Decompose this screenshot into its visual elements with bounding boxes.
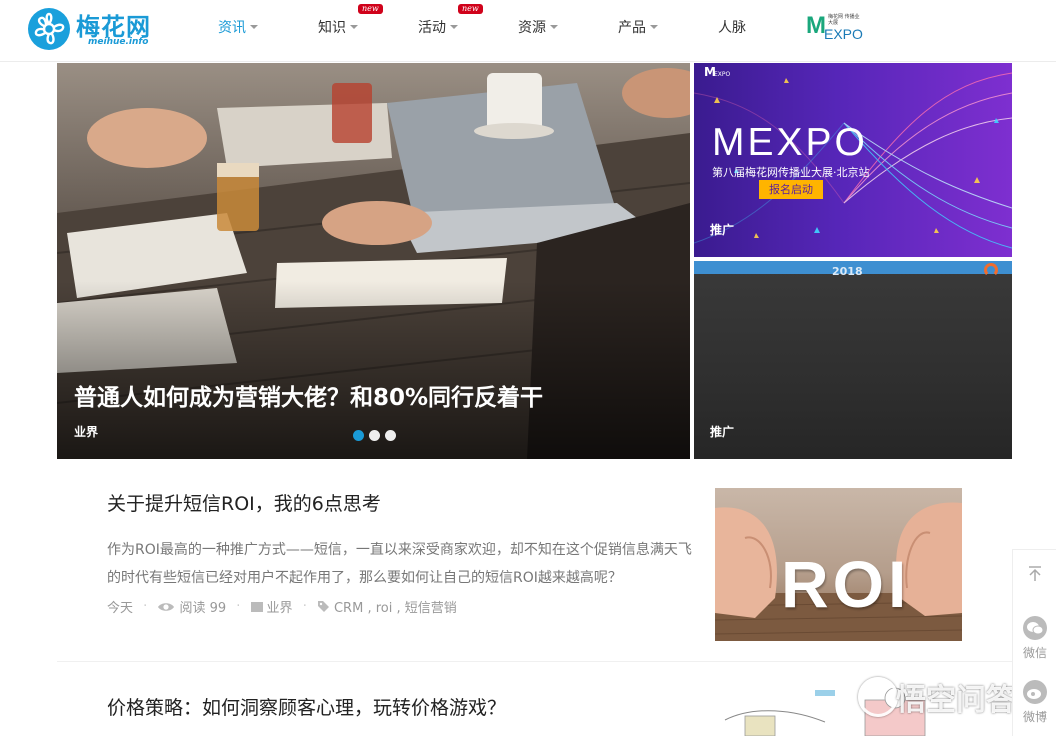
share-weibo-label: 微博 xyxy=(1022,710,1047,724)
new-badge: new xyxy=(358,4,383,14)
expo-logo-text: EXPO xyxy=(824,26,863,42)
promo-tag[interactable]: 推广 xyxy=(710,221,734,238)
promo-banner-2[interactable]: 2018 推广 xyxy=(694,261,1012,459)
meta-separator: · xyxy=(236,599,241,614)
tag-icon xyxy=(317,601,329,612)
share-wechat-label: 微信 xyxy=(1022,646,1047,660)
meta-separator: · xyxy=(143,599,148,614)
slider-dot-active[interactable] xyxy=(353,430,364,441)
nav-item-network[interactable]: 人脉 xyxy=(718,17,746,39)
nav-label: 人脉 xyxy=(718,20,746,36)
slider-dots xyxy=(353,426,401,445)
article-tags[interactable]: CRM , roi , 短信营销 xyxy=(334,601,457,616)
promo2-year: 2018 xyxy=(832,265,863,278)
new-badge: new xyxy=(458,4,483,14)
nav-label: 活动 xyxy=(418,20,446,36)
article-divider xyxy=(57,661,1012,662)
back-to-top-button[interactable] xyxy=(1013,566,1056,585)
watermark-text: 悟空问答 xyxy=(896,683,1016,718)
floating-share-bar: 微信 微博 xyxy=(1012,549,1056,736)
nav-item-products[interactable]: 产品 xyxy=(618,17,658,39)
article-excerpt: 作为ROI最高的一种推广方式——短信，一直以来深受商家欢迎，却不知在这个促销信息… xyxy=(107,542,692,586)
nav-label: 产品 xyxy=(618,20,646,36)
hero-category[interactable]: 业界 xyxy=(74,423,98,440)
promo-banner-mexpo[interactable]: M EXPO MEXPO 第八届梅花网传播业大展·北京站 报名启动 推广 xyxy=(694,63,1012,257)
weibo-icon xyxy=(1023,680,1047,704)
article-meta: 今天 · 阅读 99 · 业界 · CRM , roi , 短信营销 xyxy=(107,597,707,617)
share-weibo-button[interactable]: 微博 xyxy=(1013,680,1056,725)
register-button[interactable]: 报名启动 xyxy=(759,180,823,199)
nav-item-knowledge[interactable]: 知识 new xyxy=(318,4,383,39)
promo-tag[interactable]: 推广 xyxy=(710,423,734,440)
nav-item-news[interactable]: 资讯 xyxy=(218,17,258,39)
slider-dot[interactable] xyxy=(369,430,380,441)
chevron-down-icon xyxy=(650,25,658,29)
site-logo[interactable]: 梅花网 meihue.info xyxy=(28,6,158,52)
mexpo-small-logo-sub: EXPO xyxy=(714,71,731,78)
article-thumbnail-roi[interactable]: ROI xyxy=(715,488,962,641)
hero-slider[interactable]: 普通人如何成为营销大佬？和80%同行反着干 业界 xyxy=(57,63,690,459)
wechat-icon xyxy=(1023,616,1047,640)
mexpo-headline: MEXPO xyxy=(712,121,868,164)
slider-dot[interactable] xyxy=(385,430,396,441)
article-item: 价格策略：如何洞察顾客心理，玩转价格游戏？ xyxy=(107,693,707,720)
arrow-up-icon xyxy=(1029,566,1041,581)
nav-item-resources[interactable]: 资源 xyxy=(518,17,558,39)
meta-separator: · xyxy=(302,599,307,614)
logo-domain: meihue.info xyxy=(88,37,149,47)
chevron-down-icon xyxy=(250,25,258,29)
article-category[interactable]: 业界 xyxy=(267,601,293,616)
promo2-ring-icon xyxy=(984,263,998,277)
nav-label: 资讯 xyxy=(218,20,246,36)
article-title[interactable]: 关于提升短信ROI，我的6点思考 xyxy=(107,489,707,516)
roi-text: ROI xyxy=(781,547,911,621)
share-wechat-button[interactable]: 微信 xyxy=(1013,616,1056,661)
eye-icon xyxy=(158,602,175,611)
chevron-down-icon xyxy=(550,25,558,29)
nav-item-events[interactable]: 活动 new xyxy=(418,4,483,39)
watermark-logo-icon xyxy=(858,677,898,717)
plum-blossom-logo-icon xyxy=(28,8,70,50)
mexpo-subline: 第八届梅花网传播业大展·北京站 xyxy=(712,166,870,179)
nav-label: 资源 xyxy=(518,20,546,36)
expo-logo-small-text: 梅花网 传播业大展 xyxy=(828,14,860,26)
site-header: 梅花网 meihue.info 资讯 知识 new 活动 new 资源 产品 人… xyxy=(0,0,1056,62)
folder-icon xyxy=(250,601,263,612)
article-reads: 阅读 99 xyxy=(179,601,227,616)
article-title[interactable]: 价格策略：如何洞察顾客心理，玩转价格游戏？ xyxy=(107,693,707,720)
article-date: 今天 xyxy=(107,601,134,616)
hero-title[interactable]: 普通人如何成为营销大佬？和80%同行反着干 xyxy=(74,378,543,412)
chevron-down-icon xyxy=(450,25,458,29)
article-item: 关于提升短信ROI，我的6点思考 作为ROI最高的一种推广方式——短信，一直以来… xyxy=(107,489,707,617)
chevron-down-icon xyxy=(350,25,358,29)
expo-logo-m: M xyxy=(806,12,826,39)
nav-label: 知识 xyxy=(318,20,346,36)
mexpo-logo[interactable]: M 梅花网 传播业大展 EXPO xyxy=(806,12,863,45)
